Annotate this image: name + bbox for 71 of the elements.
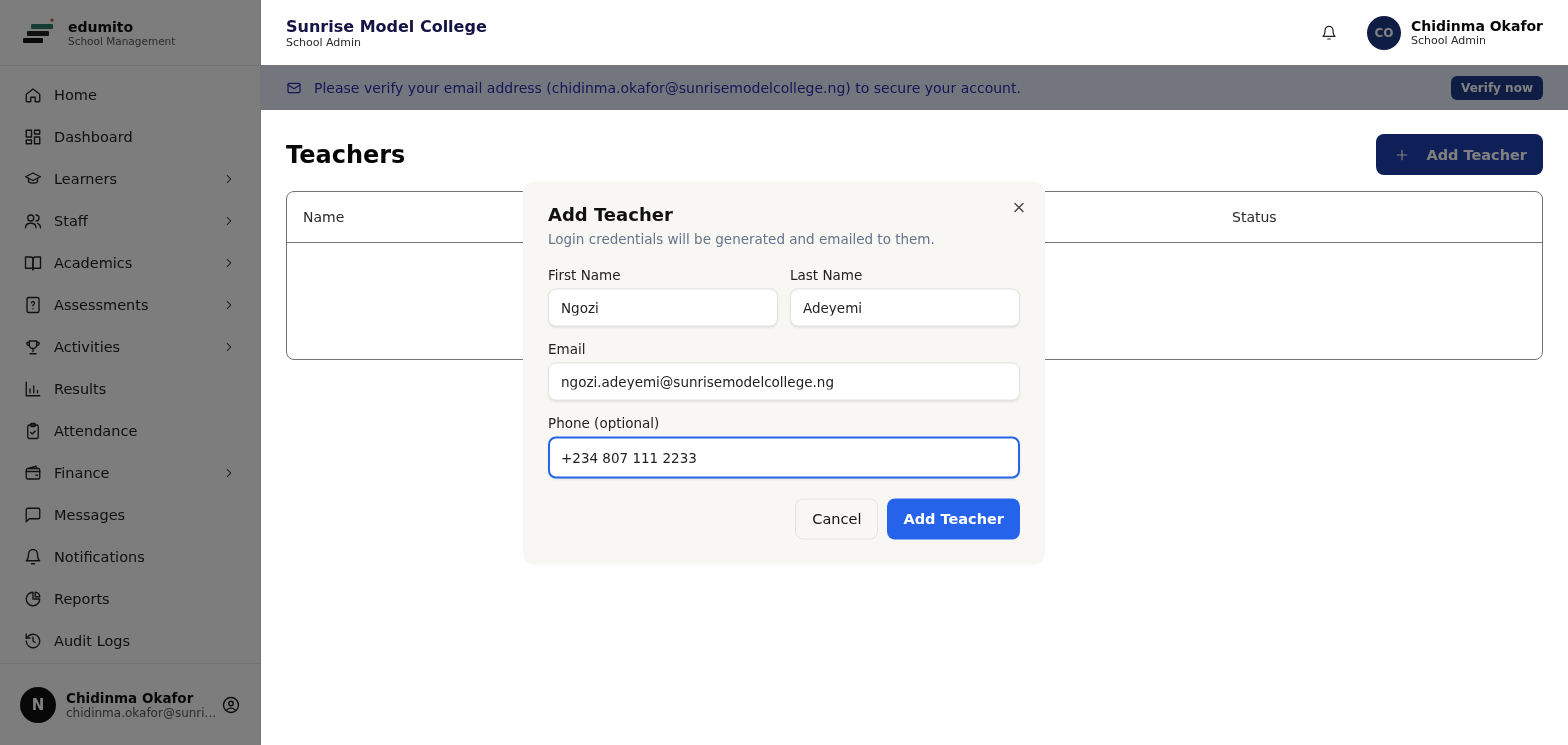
- sidebar-item-label: Assessments: [54, 297, 150, 313]
- sidebar-item[interactable]: Finance: [12, 452, 248, 494]
- sidebar-item-label: Academics: [54, 255, 134, 271]
- add-teacher-button[interactable]: Add Teacher: [1376, 134, 1543, 175]
- home-icon: [24, 86, 42, 104]
- sidebar-item[interactable]: Notifications: [12, 536, 248, 578]
- user-avatar: N: [20, 686, 56, 723]
- history-icon: [24, 632, 42, 650]
- sidebar-item-label: Audit Logs: [54, 633, 132, 649]
- sidebar-item[interactable]: Messages: [12, 494, 248, 536]
- submit-button[interactable]: Add Teacher: [887, 498, 1020, 539]
- pie-chart-icon: [24, 590, 42, 608]
- field-label: First Name: [548, 266, 622, 282]
- bell-icon: [24, 548, 42, 566]
- column-header: Name: [303, 209, 345, 225]
- message-icon: [24, 506, 42, 524]
- wallet-icon: [24, 464, 42, 482]
- sidebar-item[interactable]: Dashboard: [12, 116, 248, 158]
- sidebar-item[interactable]: Staff: [12, 200, 248, 242]
- field-label: Last Name: [790, 266, 864, 282]
- sidebar-item[interactable]: Activities: [12, 326, 248, 368]
- field-label: Email: [548, 340, 587, 356]
- verify-email-message: Please verify your email address (chidinma.okafor@sunrisemodelcollege.ng) to secure your account.: [314, 80, 1022, 96]
- grid-icon: [24, 128, 42, 146]
- sidebar-item-label: Notifications: [54, 549, 146, 565]
- input-field[interactable]: ngozi.adeyemi@sunrisemodelcollege.ng: [548, 362, 1020, 400]
- sidebar-item-label: Reports: [54, 591, 111, 607]
- user-circle-icon: [222, 695, 240, 714]
- sidebar-item-label: Staff: [54, 213, 89, 229]
- sidebar-item[interactable]: Audit Logs: [12, 620, 248, 662]
- trophy-icon: [24, 338, 42, 356]
- verify-now-button[interactable]: Verify now: [1451, 76, 1543, 100]
- brand-subtitle: School Management: [68, 34, 176, 47]
- sidebar-item-label: Activities: [54, 339, 122, 355]
- mail-icon: [286, 80, 302, 96]
- cancel-button[interactable]: Cancel: [795, 498, 879, 539]
- sidebar-item[interactable]: Reports: [12, 578, 248, 620]
- sidebar-item[interactable]: Learners: [12, 158, 248, 200]
- school-name: Sunrise Model College: [286, 16, 488, 36]
- clipboard-icon: [24, 422, 42, 440]
- people-icon: [24, 212, 42, 230]
- sidebar-item[interactable]: Home: [12, 74, 248, 116]
- sidebar-item-label: Finance: [54, 465, 111, 481]
- school-role: School Admin: [286, 35, 363, 49]
- brand-name: edumito: [68, 18, 135, 35]
- sidebar-item[interactable]: Results: [12, 368, 248, 410]
- column-header: Status: [1232, 209, 1277, 225]
- bar-chart-icon: [24, 380, 42, 398]
- user-name: Chidinma Okafor: [66, 689, 195, 706]
- book-icon: [24, 254, 42, 272]
- bell-icon: [1321, 24, 1337, 41]
- user-name: Chidinma Okafor: [1411, 18, 1543, 34]
- sidebar-item-label: Attendance: [54, 423, 139, 439]
- sidebar-item-label: Learners: [54, 171, 118, 187]
- sidebar-item[interactable]: Assessments: [12, 284, 248, 326]
- dialog-subtitle: Login credentials will be generated and emailed to them.: [548, 230, 936, 246]
- input-field[interactable]: Adeyemi: [790, 288, 1020, 326]
- sidebar-item-label: Home: [54, 87, 98, 103]
- input-field[interactable]: +234 807 111 2233: [548, 436, 1020, 478]
- input-field[interactable]: Ngozi: [548, 288, 778, 326]
- user-avatar[interactable]: CO: [1367, 15, 1401, 50]
- page-title: Teachers: [286, 140, 406, 169]
- question-document-icon: [24, 296, 42, 314]
- sidebar-item[interactable]: Academics: [12, 242, 248, 284]
- sidebar-item-label: Dashboard: [54, 129, 134, 145]
- user-role: School Admin: [1411, 34, 1488, 47]
- sidebar-item-label: Results: [54, 381, 108, 397]
- field-label: Phone (optional): [548, 414, 661, 430]
- sidebar-item-label: Messages: [54, 507, 127, 523]
- dialog-title: Add Teacher: [548, 203, 674, 224]
- sidebar-item[interactable]: Attendance: [12, 410, 248, 452]
